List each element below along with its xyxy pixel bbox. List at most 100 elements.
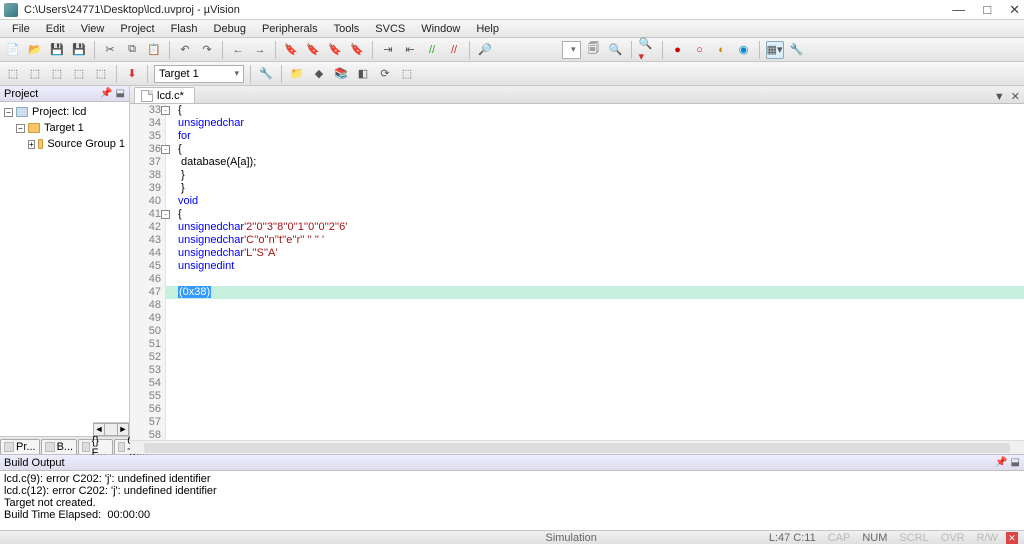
window-layout-button[interactable]: ▦▾	[766, 41, 784, 59]
bookmark-button[interactable]: 🔖	[282, 41, 300, 59]
project-bottom-tab[interactable]: {} F...	[78, 439, 113, 454]
code-line[interactable]	[166, 338, 1024, 351]
editor-tab-active[interactable]: lcd.c*	[134, 87, 195, 103]
copy-button[interactable]: ⧉	[123, 41, 141, 59]
indent-button[interactable]: ⇥	[379, 41, 397, 59]
code-line[interactable]: {	[166, 143, 1024, 156]
save-all-button[interactable]: 💾	[70, 41, 88, 59]
menu-project[interactable]: Project	[112, 23, 162, 35]
manage-button[interactable]: 📁	[288, 65, 306, 83]
minimize-button[interactable]: —	[952, 3, 965, 17]
manage-pack-button[interactable]: ⟳	[376, 65, 394, 83]
code-editor[interactable]: 33-343536-3738394041-4243444546474849505…	[130, 104, 1024, 440]
bookmark-next-button[interactable]: 🔖	[326, 41, 344, 59]
new-file-button[interactable]: 📄	[4, 41, 22, 59]
target-options-button[interactable]: 🔧	[257, 65, 275, 83]
menu-view[interactable]: View	[73, 23, 113, 35]
collapse-icon[interactable]: −	[4, 108, 13, 117]
debug-button[interactable]: 🔍▾	[638, 41, 656, 59]
code-line[interactable]	[166, 273, 1024, 286]
find-button[interactable]: 🔎	[476, 41, 494, 59]
tree-target[interactable]: Target 1	[44, 122, 84, 134]
code-line[interactable]	[166, 299, 1024, 312]
code-line[interactable]: {	[166, 208, 1024, 221]
find-in-files-button[interactable]: 🗐	[585, 41, 603, 59]
manage-books-button[interactable]: 📚	[332, 65, 350, 83]
menu-file[interactable]: File	[4, 23, 38, 35]
code-line[interactable]: unsignedchar'2''0''3''8''0''1''0''0''2''…	[166, 221, 1024, 234]
paste-button[interactable]: 📋	[145, 41, 163, 59]
project-tree[interactable]: −Project: lcd −Target 1 +Source Group 1	[0, 102, 129, 422]
code-line[interactable]: unsignedchar	[166, 117, 1024, 130]
code-line[interactable]	[166, 364, 1024, 377]
maximize-button[interactable]: □	[983, 3, 991, 17]
open-file-button[interactable]: 📂	[26, 41, 44, 59]
menu-debug[interactable]: Debug	[206, 23, 254, 35]
redo-button[interactable]: ↷	[198, 41, 216, 59]
code-line[interactable]	[166, 377, 1024, 390]
code-line[interactable]: {	[166, 104, 1024, 117]
fold-icon[interactable]: -	[161, 210, 170, 219]
download-button[interactable]: ⬇	[123, 65, 141, 83]
tab-close-button[interactable]: ✕	[1011, 90, 1020, 103]
translate-button[interactable]: ⬚	[4, 65, 22, 83]
save-button[interactable]: 💾	[48, 41, 66, 59]
breakpoint-disable-button[interactable]: ○	[691, 41, 709, 59]
menu-peripherals[interactable]: Peripherals	[254, 23, 326, 35]
manage-rte-button[interactable]: ⬚	[398, 65, 416, 83]
menu-tools[interactable]: Tools	[326, 23, 368, 35]
code-line[interactable]: for	[166, 130, 1024, 143]
code-line[interactable]: unsignedchar'C''o''n''t''e''r'' '' '' '	[166, 234, 1024, 247]
code-line[interactable]	[166, 312, 1024, 325]
code-line[interactable]: }	[166, 169, 1024, 182]
uncomment-button[interactable]: //	[445, 41, 463, 59]
status-close-button[interactable]: ✕	[1006, 532, 1018, 544]
breakpoint-button[interactable]: ●	[669, 41, 687, 59]
outdent-button[interactable]: ⇤	[401, 41, 419, 59]
incremental-find-button[interactable]: 🔍	[607, 41, 625, 59]
menu-help[interactable]: Help	[468, 23, 507, 35]
configure-button[interactable]: 🔧	[788, 41, 806, 59]
nav-back-button[interactable]: ←	[229, 41, 247, 59]
project-bottom-tab[interactable]: Pr...	[0, 439, 40, 454]
build-button[interactable]: ⬚	[26, 65, 44, 83]
manage-rtos-button[interactable]: ◆	[310, 65, 328, 83]
menu-edit[interactable]: Edit	[38, 23, 73, 35]
code-line[interactable]: database(A[a]);	[166, 156, 1024, 169]
find-combo[interactable]	[562, 41, 581, 59]
tree-group[interactable]: Source Group 1	[47, 138, 125, 150]
nav-fwd-button[interactable]: →	[251, 41, 269, 59]
bookmark-clear-button[interactable]: 🔖	[348, 41, 366, 59]
tab-dropdown-button[interactable]: ▼	[994, 91, 1005, 103]
cut-button[interactable]: ✂	[101, 41, 119, 59]
fold-icon[interactable]: -	[161, 145, 170, 154]
stop-build-button[interactable]: ⬚	[92, 65, 110, 83]
code-line[interactable]	[166, 390, 1024, 403]
menu-svcs[interactable]: SVCS	[367, 23, 413, 35]
target-select[interactable]: Target 1	[154, 65, 244, 83]
build-output-text[interactable]: lcd.c(9): error C202: 'j': undefined ide…	[0, 471, 1024, 530]
rebuild-button[interactable]: ⬚	[48, 65, 66, 83]
horizontal-scrollbar[interactable]	[130, 440, 1024, 454]
code-line[interactable]	[166, 403, 1024, 416]
code-line[interactable]	[166, 416, 1024, 429]
code-line[interactable]: (0x38)	[166, 286, 1024, 299]
undo-button[interactable]: ↶	[176, 41, 194, 59]
manage-layers-button[interactable]: ◧	[354, 65, 372, 83]
fold-icon[interactable]: -	[161, 106, 170, 115]
code-line[interactable]: void	[166, 195, 1024, 208]
code-line[interactable]: unsignedchar'L''S''A'	[166, 247, 1024, 260]
code-line[interactable]	[166, 429, 1024, 440]
code-line[interactable]	[166, 351, 1024, 364]
close-button[interactable]: ✕	[1009, 3, 1020, 17]
project-bottom-tab[interactable]: B...	[41, 439, 78, 454]
batch-build-button[interactable]: ⬚	[70, 65, 88, 83]
pin-icon[interactable]: 📌 ⬓	[995, 457, 1020, 468]
tree-project[interactable]: Project: lcd	[32, 106, 86, 118]
expand-icon[interactable]: +	[28, 140, 35, 149]
menu-flash[interactable]: Flash	[163, 23, 206, 35]
code-line[interactable]	[166, 325, 1024, 338]
code-line[interactable]: unsignedint	[166, 260, 1024, 273]
menu-window[interactable]: Window	[413, 23, 468, 35]
comment-button[interactable]: //	[423, 41, 441, 59]
